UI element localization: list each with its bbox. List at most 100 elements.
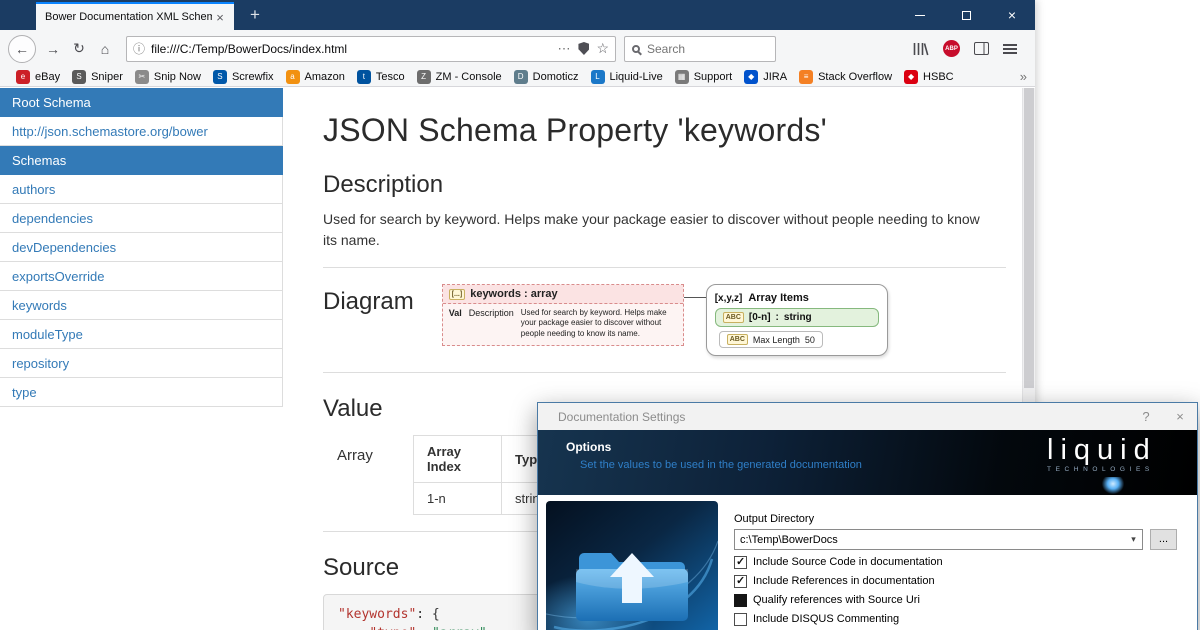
schema-sidebar: Root Schema http://json.schemastore.org/… [0, 88, 283, 630]
bookmark-tesco[interactable]: tTesco [351, 67, 411, 87]
sidebar-item-label: authors [12, 182, 55, 197]
bookmark-stack-overflow[interactable]: ≡Stack Overflow [793, 67, 898, 87]
maximize-button[interactable] [943, 0, 989, 30]
url-input[interactable] [151, 42, 550, 56]
sidebar-item-authors[interactable]: authors [0, 175, 283, 204]
library-icon[interactable] [913, 42, 929, 56]
diagram-node-keywords: [...] keywords : array Val Description U… [442, 284, 684, 346]
sidebar-item-type[interactable]: type [0, 378, 283, 407]
sidebar-item-label: dependencies [12, 211, 93, 226]
window-controls: × [897, 0, 1035, 30]
reload-button[interactable]: ↻ [66, 40, 92, 57]
item-range: [0-n] [749, 312, 771, 323]
sidebar-item-label: exportsOverride [12, 269, 104, 284]
search-bar[interactable] [624, 36, 776, 62]
diagram-heading: Diagram [323, 288, 414, 316]
browser-tab[interactable]: Bower Documentation XML Schema × [36, 2, 234, 30]
forward-button[interactable]: → [40, 41, 66, 57]
screwfix-favicon: S [213, 70, 227, 84]
page-actions-icon[interactable]: ⋯ [557, 41, 570, 57]
back-button[interactable]: ← [8, 35, 36, 63]
close-button[interactable]: × [989, 0, 1035, 30]
water-drop-icon [1102, 477, 1124, 494]
bookmark-label: Tesco [376, 71, 405, 83]
pocket-icon[interactable] [578, 42, 589, 55]
sidebar-item-dependencies[interactable]: dependencies [0, 204, 283, 233]
menu-icon[interactable] [1003, 44, 1017, 54]
chevron-down-icon[interactable]: ▾ [1125, 534, 1142, 545]
bookmark-domoticz[interactable]: DDomoticz [508, 67, 585, 87]
sidebar-item-label: repository [12, 356, 69, 371]
new-tab-button[interactable]: + [242, 2, 268, 30]
bookmark-support[interactable]: ▦Support [669, 67, 739, 87]
qualify-references-checkbox-row[interactable]: Qualify references with Source Uri [734, 593, 1177, 607]
minimize-button[interactable] [897, 0, 943, 30]
navigation-toolbar: ← → ↻ ⌂ ⓘ ⋯ ☆ ABP [0, 30, 1035, 67]
dialog-body: Output Directory c:\Temp\BowerDocs ▾ ...… [538, 495, 1197, 630]
browser-titlebar: Bower Documentation XML Schema × + × [0, 0, 1035, 30]
include-disqus-checkbox-row[interactable]: Include DISQUS Commenting [734, 612, 1177, 626]
browse-button[interactable]: ... [1150, 529, 1177, 550]
sidebar-toggle-icon[interactable] [974, 42, 989, 55]
sniper-favicon: S [72, 70, 86, 84]
bookmark-liquid-live[interactable]: LLiquid-Live [585, 67, 669, 87]
sidebar-item-label: type [12, 385, 37, 400]
include-references-checkbox[interactable] [734, 575, 747, 588]
include-source-code-checkbox-row[interactable]: Include Source Code in documentation [734, 555, 1177, 569]
item-separator: : [776, 312, 779, 323]
documentation-settings-dialog: Documentation Settings ? × Options Set t… [537, 402, 1198, 630]
bookmark-label: Sniper [91, 71, 123, 83]
bookmark-label: Snip Now [154, 71, 201, 83]
scrollbar-thumb[interactable] [1024, 88, 1034, 388]
snipnow-favicon: ✂ [135, 70, 149, 84]
item-type: string [784, 312, 812, 323]
dialog-close-button[interactable]: × [1163, 403, 1197, 430]
bookmark-zm-console[interactable]: ZZM - Console [411, 67, 508, 87]
qualify-references-checkbox[interactable] [734, 594, 747, 607]
bookmark-snip-now[interactable]: ✂ Snip Now [129, 67, 207, 87]
include-references-checkbox-row[interactable]: Include References in documentation [734, 574, 1177, 588]
url-bar[interactable]: ⓘ ⋯ ☆ [126, 36, 616, 62]
dialog-help-button[interactable]: ? [1129, 403, 1163, 430]
bookmark-label: Liquid-Live [610, 71, 663, 83]
checkbox-label: Include Source Code in documentation [753, 556, 943, 568]
liquid-technologies-logo: liquid TECHNOLOGIES [1047, 435, 1179, 473]
bookmark-screwfix[interactable]: SScrewfix [207, 67, 280, 87]
abc-type-icon: ABC [723, 312, 744, 323]
include-disqus-checkbox[interactable] [734, 613, 747, 626]
bookmark-ebay[interactable]: eeBay [10, 67, 66, 87]
diagram-node-title: keywords : array [470, 288, 557, 300]
bookmark-hsbc[interactable]: ◆HSBC [898, 67, 960, 87]
domoticz-favicon: D [514, 70, 528, 84]
search-input[interactable] [647, 42, 802, 56]
diagram-section: Diagram [...] keywords : array Val Descr… [323, 284, 1006, 356]
array-items-badge-icon: [x,y,z] [715, 293, 743, 304]
tab-close-icon[interactable]: × [212, 10, 228, 25]
sidebar-item-schemas[interactable]: Schemas [0, 146, 283, 175]
output-directory-combobox[interactable]: c:\Temp\BowerDocs ▾ [734, 529, 1143, 550]
bookmarks-overflow-chevron[interactable]: » [1020, 69, 1027, 84]
logo-name: liquid [1047, 435, 1179, 465]
output-directory-label: Output Directory [734, 513, 1177, 525]
sidebar-item-devdependencies[interactable]: devDependencies [0, 233, 283, 262]
bookmark-star-icon[interactable]: ☆ [596, 40, 609, 57]
toolbar-right-icons: ABP [907, 40, 1027, 57]
ebay-favicon: e [16, 70, 30, 84]
sidebar-item-root-schema[interactable]: Root Schema [0, 88, 283, 117]
info-icon[interactable]: ⓘ [133, 40, 145, 57]
bookmark-amazon[interactable]: aAmazon [280, 67, 351, 87]
sidebar-item-repository[interactable]: repository [0, 349, 283, 378]
sidebar-item-schema-url[interactable]: http://json.schemastore.org/bower [0, 117, 283, 146]
home-button[interactable]: ⌂ [92, 41, 118, 57]
sidebar-item-moduletype[interactable]: moduleType [0, 320, 283, 349]
bookmark-sniper[interactable]: S Sniper [66, 67, 129, 87]
value-type-label: Array [337, 435, 413, 515]
include-source-code-checkbox[interactable] [734, 556, 747, 569]
sidebar-item-exportsoverride[interactable]: exportsOverride [0, 262, 283, 291]
adblock-plus-icon[interactable]: ABP [943, 40, 960, 57]
output-directory-value: c:\Temp\BowerDocs [740, 534, 838, 546]
sidebar-item-keywords[interactable]: keywords [0, 291, 283, 320]
checkbox-label: Include DISQUS Commenting [753, 613, 899, 625]
checkbox-label: Qualify references with Source Uri [753, 594, 920, 606]
bookmark-jira[interactable]: ◆JIRA [738, 67, 793, 87]
